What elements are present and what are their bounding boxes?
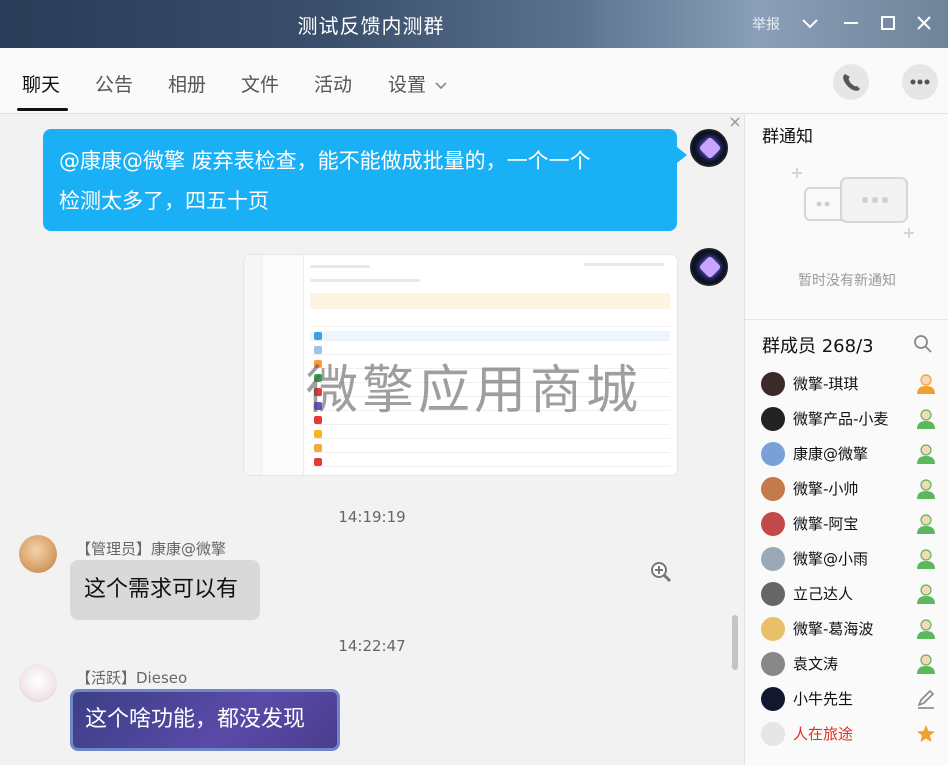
member-row[interactable]: 微擎@小雨: [761, 544, 937, 574]
phone-icon: [843, 74, 860, 91]
member-avatar: [761, 547, 785, 571]
member-row[interactable]: 袁文涛: [761, 649, 937, 679]
tab-activity[interactable]: 活动: [314, 70, 352, 97]
image-watermark: 微擎应用商城: [306, 361, 643, 421]
member-name: 康康@微擎: [793, 445, 869, 463]
more-icon: [910, 79, 930, 85]
window-title: 测试反馈内测群: [297, 14, 445, 38]
member-name: 微擎-小帅: [793, 480, 859, 498]
member-row[interactable]: 微擎-葛海波: [761, 614, 937, 644]
self-message-bubble[interactable]: @康康@微擎 废弃表检查，能不能做成批量的，一个一个 检测太多了，四五十页: [43, 129, 687, 231]
other-message-bubble[interactable]: 这个啥功能，都没发现: [70, 689, 340, 751]
chevron-down-icon[interactable]: [799, 12, 821, 34]
group-side-panel: 群通知 暂时没有新通知 群成员 268/3 微擎-琪琪微擎产品-小麦 康康@微擎微…: [744, 114, 948, 765]
member-name: 微擎-葛海波: [793, 620, 874, 638]
member-role-icon: [915, 652, 937, 676]
tab-bar: 聊天 公告 相册 文件 活动 设置: [0, 48, 948, 114]
member-avatar: [761, 687, 785, 711]
member-avatar[interactable]: [19, 664, 57, 702]
edit-icon: [915, 687, 937, 711]
member-role-icon: [915, 547, 937, 571]
member-name: 微擎-阿宝: [793, 515, 859, 533]
admin-role-icon: [915, 372, 937, 396]
member-role-icon: [915, 582, 937, 606]
sender-name: 【管理员】康康@微擎: [76, 540, 227, 558]
member-avatar: [761, 582, 785, 606]
member-name: 微擎@小雨: [793, 550, 869, 568]
member-row[interactable]: 小牛先生: [761, 684, 937, 714]
more-options-button[interactable]: [902, 64, 938, 100]
self-avatar[interactable]: [690, 248, 728, 286]
report-link[interactable]: 举报: [752, 14, 780, 34]
tab-chat[interactable]: 聊天: [22, 70, 60, 97]
panel-divider: [745, 319, 948, 320]
member-role-icon: [915, 407, 937, 431]
notice-empty-text: 暂时没有新通知: [798, 273, 896, 289]
maximize-icon[interactable]: [877, 12, 899, 34]
minimize-icon[interactable]: [840, 12, 862, 34]
member-row[interactable]: 立己达人: [761, 579, 937, 609]
self-avatar[interactable]: [690, 129, 728, 167]
member-avatar[interactable]: [19, 535, 57, 573]
tab-album[interactable]: 相册: [168, 70, 206, 97]
member-avatar: [761, 722, 785, 746]
member-avatar: [761, 407, 785, 431]
member-name: 小牛先生: [793, 690, 854, 708]
tab-files[interactable]: 文件: [241, 70, 279, 97]
member-name: 袁文涛: [793, 655, 839, 673]
chat-scrollbar[interactable]: [732, 615, 738, 670]
title-bar: 测试反馈内测群 举报: [0, 0, 948, 48]
close-icon[interactable]: [913, 12, 935, 34]
member-row[interactable]: 微擎-琪琪: [761, 369, 937, 399]
member-avatar: [761, 512, 785, 536]
member-role-icon: [915, 442, 937, 466]
zoom-in-icon[interactable]: [650, 561, 672, 583]
member-avatar: [761, 652, 785, 676]
member-row[interactable]: 康康@微擎: [761, 439, 937, 469]
sender-name: 【活跃】Dieseo: [76, 669, 188, 687]
collapse-icon[interactable]: [728, 115, 742, 133]
message-text-line: 检测太多了，四五十页: [59, 189, 269, 213]
other-message-bubble[interactable]: 这个需求可以有: [70, 560, 260, 620]
chat-area: @康康@微擎 废弃表检查，能不能做成批量的，一个一个 检测太多了，四五十页 微擎: [0, 115, 744, 765]
message-timestamp: 14:19:19: [338, 508, 406, 526]
member-avatar: [761, 477, 785, 501]
phone-call-button[interactable]: [833, 64, 869, 100]
notice-title: 群通知: [762, 127, 813, 147]
member-search-icon[interactable]: [913, 334, 933, 358]
member-row[interactable]: 微擎产品-小麦: [761, 404, 937, 434]
settings-chevron-icon[interactable]: [434, 78, 448, 97]
member-name: 立己达人: [793, 585, 854, 603]
member-row[interactable]: 人在旅途: [761, 719, 937, 749]
tab-announcement[interactable]: 公告: [95, 70, 133, 97]
tab-settings[interactable]: 设置: [388, 70, 426, 97]
member-role-icon: [915, 512, 937, 536]
owner-star-icon: [915, 722, 937, 746]
member-avatar: [761, 442, 785, 466]
member-avatar: [761, 372, 785, 396]
member-name: 微擎-琪琪: [793, 375, 859, 393]
members-title: 群成员 268/3: [762, 336, 874, 357]
member-avatar: [761, 617, 785, 641]
member-name: 人在旅途: [793, 725, 854, 743]
member-role-icon: [915, 617, 937, 641]
message-text-line: @康康@微擎 废弃表检查，能不能做成批量的，一个一个: [59, 149, 591, 173]
empty-notice-icon: [791, 166, 915, 260]
member-row[interactable]: 微擎-小帅: [761, 474, 937, 504]
member-role-icon: [915, 477, 937, 501]
member-row[interactable]: 微擎-阿宝: [761, 509, 937, 539]
member-name: 微擎产品-小麦: [793, 410, 889, 428]
message-timestamp: 14:22:47: [338, 637, 406, 655]
active-tab-indicator: [17, 108, 68, 111]
